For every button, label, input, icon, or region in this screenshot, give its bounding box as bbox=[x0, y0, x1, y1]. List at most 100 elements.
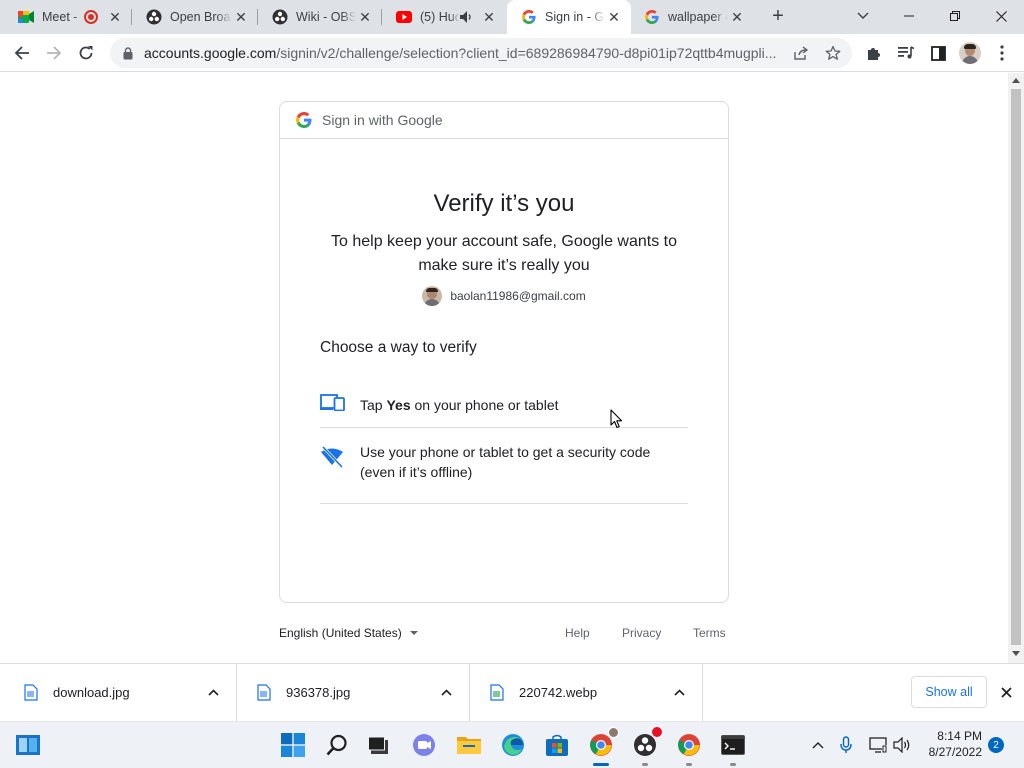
account-chip[interactable]: baolan11986@gmail.com bbox=[280, 286, 728, 306]
chevron-up-icon bbox=[812, 742, 824, 749]
media-control-button[interactable] bbox=[892, 39, 920, 67]
terminal-taskbar-button[interactable] bbox=[719, 731, 747, 766]
caret-down-icon bbox=[409, 631, 418, 635]
profile-button[interactable] bbox=[956, 39, 984, 67]
download-item[interactable]: 936378.jpg bbox=[237, 664, 470, 721]
avatar bbox=[959, 42, 981, 64]
arrow-left-icon bbox=[14, 46, 29, 60]
tab-meet[interactable]: Meet - ✕ bbox=[4, 0, 132, 34]
start-button[interactable] bbox=[279, 731, 307, 759]
system-clock[interactable]: 8:14 PM 8/27/2022 bbox=[918, 728, 982, 760]
notification-count-badge[interactable]: 2 bbox=[988, 737, 1004, 753]
audio-playing-icon[interactable] bbox=[460, 11, 474, 23]
download-item[interactable]: 220742.webp bbox=[470, 664, 703, 721]
file-explorer-button[interactable] bbox=[455, 731, 483, 759]
close-tab-icon[interactable]: ✕ bbox=[232, 8, 250, 26]
google-icon bbox=[521, 9, 537, 25]
share-icon[interactable] bbox=[792, 44, 810, 62]
microphone-icon bbox=[840, 736, 852, 753]
close-tab-icon[interactable]: ✕ bbox=[106, 8, 124, 26]
verify-option-security-code[interactable]: Use your phone or tablet to get a securi… bbox=[320, 442, 688, 504]
arrow-right-icon bbox=[47, 46, 62, 60]
widgets-button[interactable] bbox=[14, 731, 42, 759]
new-tab-button[interactable]: + bbox=[755, 0, 801, 32]
chevron-up-icon[interactable] bbox=[439, 686, 453, 700]
option-security-code-text: Use your phone or tablet to get a securi… bbox=[360, 444, 651, 480]
tab-search-button[interactable] bbox=[840, 0, 886, 32]
back-button[interactable] bbox=[8, 39, 36, 67]
download-item[interactable]: download.jpg bbox=[4, 664, 237, 721]
microphone-tray-icon[interactable] bbox=[836, 735, 856, 755]
chevron-up-icon[interactable] bbox=[206, 686, 220, 700]
option-text-bold: Yes bbox=[386, 396, 411, 413]
chat-icon bbox=[413, 734, 435, 756]
scroll-up-icon[interactable] bbox=[1012, 78, 1020, 83]
chrome-second-taskbar-button[interactable] bbox=[675, 731, 703, 766]
page-scrollbar[interactable] bbox=[1008, 73, 1024, 663]
show-all-downloads-button[interactable]: Show all bbox=[911, 676, 987, 708]
windows-logo-icon bbox=[281, 733, 305, 757]
profile-badge bbox=[608, 727, 619, 738]
chrome-taskbar-button-active[interactable] bbox=[587, 727, 619, 766]
chevron-up-icon[interactable] bbox=[672, 686, 686, 700]
folder-icon bbox=[457, 737, 481, 754]
volume-tray-icon[interactable] bbox=[892, 735, 912, 755]
tab-strip: Meet - ✕ Open Broa ✕ Wiki - OBS ✕ (5) Hu… bbox=[0, 0, 1024, 34]
microsoft-store-button[interactable] bbox=[543, 731, 571, 759]
restore-button[interactable] bbox=[932, 0, 978, 32]
speaker-icon bbox=[893, 737, 910, 753]
tab-title: Open Broa bbox=[170, 10, 231, 24]
image-file-icon bbox=[24, 684, 38, 701]
edge-button[interactable] bbox=[499, 731, 527, 759]
terms-link[interactable]: Terms bbox=[693, 626, 726, 640]
option-tap-yes-text: Tap Yes on your phone or tablet bbox=[360, 395, 559, 415]
clock-time: 8:14 PM bbox=[937, 729, 982, 743]
verify-option-tap-yes[interactable]: Tap Yes on your phone or tablet bbox=[320, 382, 688, 428]
tab-title: Meet - bbox=[42, 10, 78, 24]
close-tab-icon[interactable]: ✕ bbox=[728, 8, 746, 26]
windows-taskbar: 8:14 PM 8/27/2022 2 bbox=[0, 721, 1024, 768]
network-tray-icon[interactable] bbox=[868, 735, 888, 755]
obs-taskbar-button[interactable] bbox=[631, 727, 662, 766]
side-panel-icon bbox=[930, 45, 946, 61]
bookmark-star-icon[interactable] bbox=[824, 44, 842, 62]
reload-button[interactable] bbox=[72, 39, 100, 67]
terminal-icon bbox=[721, 735, 745, 755]
active-indicator bbox=[593, 763, 609, 766]
card-header-title: Sign in with Google bbox=[322, 112, 443, 128]
search-icon bbox=[326, 734, 347, 756]
puzzle-icon bbox=[868, 48, 880, 60]
close-download-bar-button[interactable] bbox=[996, 682, 1016, 702]
extensions-button[interactable] bbox=[860, 39, 888, 67]
help-link[interactable]: Help bbox=[565, 626, 590, 640]
obs-icon bbox=[146, 9, 162, 25]
url-text[interactable]: accounts.google.com/signin/v2/challenge/… bbox=[144, 45, 780, 61]
scrollbar-thumb[interactable] bbox=[1011, 89, 1021, 645]
browser-menu-button[interactable] bbox=[988, 39, 1016, 67]
scroll-down-icon[interactable] bbox=[1012, 651, 1020, 656]
close-tab-icon[interactable]: ✕ bbox=[356, 8, 374, 26]
tab-title: wallpaper 4 bbox=[668, 10, 728, 24]
tab-youtube[interactable]: (5) Huc ✕ bbox=[382, 0, 506, 34]
tab-wallpaper[interactable]: wallpaper 4 ✕ bbox=[630, 0, 754, 34]
close-tab-icon[interactable]: ✕ bbox=[605, 8, 623, 26]
privacy-link[interactable]: Privacy bbox=[622, 626, 661, 640]
close-window-button[interactable] bbox=[978, 0, 1024, 32]
teams-chat-button[interactable] bbox=[410, 731, 438, 759]
google-icon bbox=[644, 9, 660, 25]
show-hidden-icons-button[interactable] bbox=[808, 735, 828, 755]
address-bar[interactable]: accounts.google.com/signin/v2/challenge/… bbox=[110, 38, 852, 68]
task-view-button[interactable] bbox=[365, 731, 393, 759]
close-tab-icon[interactable]: ✕ bbox=[480, 8, 498, 26]
search-button[interactable] bbox=[323, 731, 351, 759]
tab-google-sign-in[interactable]: Sign in - G ✕ bbox=[507, 0, 631, 34]
side-panel-button[interactable] bbox=[924, 39, 952, 67]
language-selector[interactable]: English (United States) bbox=[279, 626, 418, 640]
card-header: Sign in with Google bbox=[280, 102, 728, 139]
minimize-button[interactable] bbox=[886, 0, 932, 32]
forward-button[interactable] bbox=[40, 39, 68, 67]
tab-open-broadcaster[interactable]: Open Broa ✕ bbox=[132, 0, 258, 34]
lock-icon[interactable] bbox=[120, 46, 136, 60]
chrome-icon bbox=[678, 734, 700, 756]
tab-wiki-obs[interactable]: Wiki - OBS ✕ bbox=[258, 0, 382, 34]
